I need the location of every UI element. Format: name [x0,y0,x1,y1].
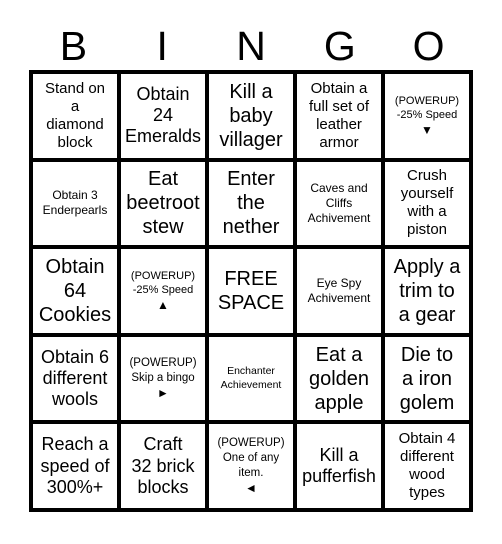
powerup-title: (POWERUP) [217,437,285,450]
bingo-card: B I N G O Stand on a diamond block Obtain… [0,0,502,544]
bingo-cell-task-r4c3[interactable]: Enchanter Achievement [209,336,293,421]
arrow-up-icon: ▲ [157,297,169,312]
bingo-cell-label: Kill a pufferfish [302,444,376,487]
bingo-cell-label: Obtain 3 Enderpearls [42,188,108,218]
bingo-cell-task-r4c4[interactable]: Eat a golden apple [297,336,381,421]
bingo-cell-task-r2c5[interactable]: Crush yourself with a piston [385,161,469,246]
bingo-cell-label: Obtain 4 different wood types [398,430,456,502]
header-letter-i: I [156,23,168,69]
bingo-cell-label: Enchanter Achievement [220,364,282,391]
bingo-cell-task-r2c1[interactable]: Obtain 3 Enderpearls [33,161,117,246]
bingo-cell-task-r3c4[interactable]: Eye Spy Achivement [297,249,381,333]
bingo-cell-label: Obtain 24 Emeralds [124,83,202,147]
header-letter-b: B [59,23,88,69]
bingo-cell-label: Reach a speed of 300%+ [40,434,110,497]
bingo-cell-label: Stand on a diamond block [44,79,106,151]
bingo-grid: Stand on a diamond block Obtain 24 Emeral… [29,70,473,512]
bingo-cell-powerup-r1c5[interactable]: (POWERUP) -25% Speed ▼ [385,74,469,158]
arrow-right-icon: ► [157,386,169,401]
bingo-cell-task-r1c1[interactable]: Stand on a diamond block [33,74,117,158]
bingo-cell-task-r3c5[interactable]: Apply a trim to a gear [385,249,469,333]
powerup-description: Skip a bingo [131,372,195,385]
bingo-cell-task-r1c2[interactable]: Obtain 24 Emeralds [121,74,205,158]
bingo-cell-powerup-r5c3[interactable]: (POWERUP) One of any item. ◄ [209,424,293,508]
powerup-description: -25% Speed [132,284,194,297]
bingo-cell-label: Apply a trim to a gear [393,255,461,326]
bingo-cell-label: Obtain a full set of leather armor [308,79,370,151]
bingo-cell-label: Crush yourself with a piston [400,167,454,239]
header-letter-o: O [412,23,445,69]
bingo-cell-task-r3c1[interactable]: Obtain 64 Cookies [33,249,117,333]
bingo-cell-label: Eat beetroot stew [126,168,200,239]
bingo-cell-label: Obtain 6 different wools [40,346,110,410]
bingo-cell-task-r5c2[interactable]: Craft 32 brick blocks [121,424,205,508]
powerup-title: (POWERUP) [394,95,460,107]
arrow-left-icon: ◄ [245,481,257,496]
bingo-cell-task-r4c1[interactable]: Obtain 6 different wools [33,336,117,421]
bingo-cell-powerup-r4c2[interactable]: (POWERUP) Skip a bingo ► [121,336,205,421]
header-letter-n: N [236,23,266,69]
bingo-cell-label: Die to a iron golem [399,343,455,414]
bingo-cell-task-r2c2[interactable]: Eat beetroot stew [121,161,205,246]
powerup-description: -25% Speed [396,109,458,122]
bingo-header: B I N G O [29,12,473,68]
bingo-cell-task-r5c5[interactable]: Obtain 4 different wood types [385,424,469,508]
bingo-cell-powerup-r3c2[interactable]: (POWERUP) -25% Speed ▲ [121,249,205,333]
bingo-cell-task-r5c4[interactable]: Kill a pufferfish [297,424,381,508]
bingo-cell-task-r1c4[interactable]: Obtain a full set of leather armor [297,74,381,158]
arrow-down-icon: ▼ [421,122,433,137]
bingo-cell-label: Eye Spy Achivement [307,275,371,305]
bingo-cell-label: Obtain 64 Cookies [38,255,112,326]
bingo-cell-task-r5c1[interactable]: Reach a speed of 300%+ [33,424,117,508]
free-space-label: FREE SPACE [217,267,285,314]
bingo-cell-label: Eat a golden apple [308,343,370,414]
bingo-cell-free-space[interactable]: FREE SPACE [209,249,293,333]
bingo-cell-task-r2c4[interactable]: Caves and Cliffs Achivement [297,161,381,246]
bingo-cell-task-r4c5[interactable]: Die to a iron golem [385,336,469,421]
bingo-cell-label: Craft 32 brick blocks [131,434,195,497]
bingo-cell-label: Caves and Cliffs Achivement [307,180,371,225]
bingo-cell-task-r1c3[interactable]: Kill a baby villager [209,74,293,158]
bingo-cell-label: Enter the nether [222,168,280,239]
bingo-cell-task-r2c3[interactable]: Enter the nether [209,161,293,246]
powerup-description: One of any item. [222,452,280,480]
bingo-cell-label: Kill a baby villager [219,80,283,151]
header-letter-g: G [323,23,356,69]
powerup-title: (POWERUP) [130,270,196,283]
powerup-title: (POWERUP) [129,357,197,370]
